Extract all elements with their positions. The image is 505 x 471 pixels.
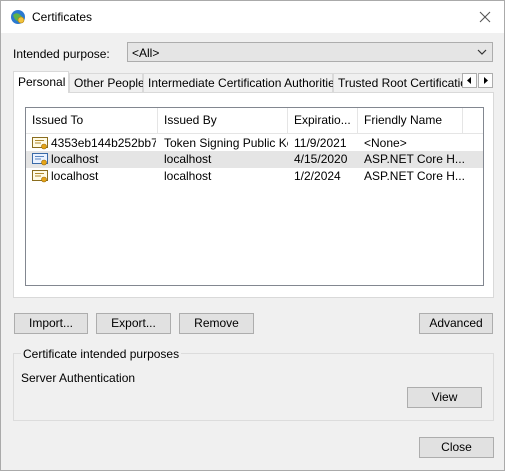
cell-friendly-name: ASP.NET Core H... (364, 152, 464, 166)
tab-intermediate-ca[interactable]: Intermediate Certification Authorities (143, 73, 341, 92)
column-expiration[interactable]: Expiratio... (288, 108, 358, 133)
tab-personal[interactable]: Personal (13, 71, 69, 93)
certificate-list[interactable]: Issued To Issued By Expiratio... Friendl… (25, 107, 484, 286)
tab-other-people[interactable]: Other People (69, 73, 145, 92)
intended-purpose-value: <All> (132, 46, 160, 60)
tab-trusted-root-ca[interactable]: Trusted Root Certification Authorities (333, 73, 462, 92)
arrow-right-icon (484, 77, 488, 84)
chevron-down-icon (477, 49, 487, 55)
title-bar: Certificates (1, 1, 504, 33)
intended-purpose-dropdown[interactable]: <All> (127, 42, 493, 62)
tab-scroll-right-button[interactable] (478, 73, 493, 88)
cell-issued-by: localhost (164, 169, 212, 183)
window-title: Certificates (32, 10, 93, 24)
cell-expiration: 11/9/2021 (294, 136, 347, 150)
advanced-button[interactable]: Advanced (419, 313, 493, 334)
intended-purpose-label: Intended purpose: (13, 47, 110, 61)
tab-strip: Personal Other People Intermediate Certi… (13, 71, 493, 93)
column-issued-by[interactable]: Issued By (158, 108, 288, 133)
cell-expiration: 4/15/2020 (294, 152, 348, 166)
cell-issued-by: Token Signing Public Key (164, 136, 288, 150)
list-header: Issued To Issued By Expiratio... Friendl… (26, 108, 483, 134)
remove-button[interactable]: Remove (179, 313, 254, 334)
close-icon[interactable] (476, 8, 494, 26)
cell-issued-to: 4353eb144b252bb7 (51, 136, 156, 150)
column-friendly-name[interactable]: Friendly Name (358, 108, 463, 133)
intended-purposes-title: Certificate intended purposes (21, 347, 182, 361)
certificate-icon (32, 170, 48, 183)
table-row[interactable]: localhost localhost 4/15/2020 ASP.NET Co… (26, 151, 483, 168)
column-issued-to[interactable]: Issued To (26, 108, 158, 133)
tab-panel-personal: Issued To Issued By Expiratio... Friendl… (13, 92, 494, 298)
certificates-dialog: Certificates Intended purpose: <All> Per… (0, 0, 505, 471)
cell-expiration: 1/2/2024 (294, 169, 341, 183)
cell-issued-to: localhost (51, 152, 99, 166)
close-button[interactable]: Close (419, 437, 494, 458)
certificate-app-icon (11, 10, 25, 24)
tab-scroll-left-button[interactable] (462, 73, 477, 88)
view-button[interactable]: View (407, 387, 482, 408)
export-button[interactable]: Export... (96, 313, 171, 334)
tab-clip: Personal Other People Intermediate Certi… (13, 71, 462, 93)
cell-friendly-name: <None> (364, 136, 407, 150)
certificate-icon (32, 153, 48, 166)
cell-issued-by: localhost (164, 152, 212, 166)
cell-issued-to: localhost (51, 169, 99, 183)
arrow-left-icon (467, 77, 471, 84)
import-button[interactable]: Import... (14, 313, 88, 334)
certificate-icon (32, 137, 48, 150)
cell-friendly-name: ASP.NET Core H... (364, 169, 464, 183)
table-row[interactable]: localhost localhost 1/2/2024 ASP.NET Cor… (26, 168, 483, 185)
intended-purposes-value: Server Authentication (21, 371, 136, 385)
table-row[interactable]: 4353eb144b252bb7 Token Signing Public Ke… (26, 135, 483, 152)
